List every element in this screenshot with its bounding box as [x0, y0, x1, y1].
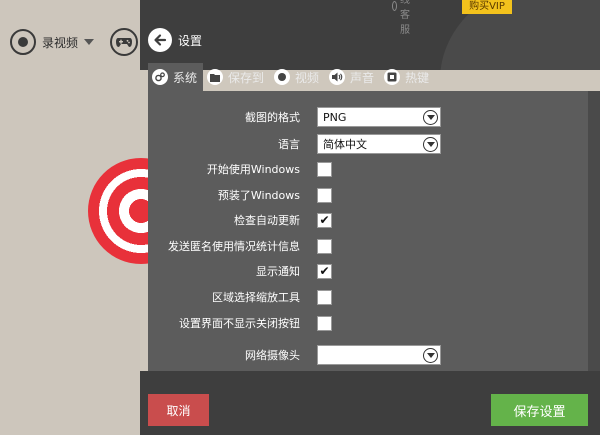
tab-hotkey[interactable]: 热键: [380, 63, 435, 91]
show-notifications-label: 显示通知: [256, 265, 300, 278]
arrow-left-icon: [154, 34, 167, 46]
hotkey-icon: [384, 69, 401, 85]
send-anonymous-stats-label: 发送匿名使用情况统计信息: [168, 240, 300, 253]
tab-sound-label: 声音: [350, 70, 375, 85]
start-with-windows-label: 开始使用Windows: [206, 163, 300, 176]
chevron-down-icon: [423, 109, 438, 125]
setting-row-preinstalled-windows: 预装了Windows: [148, 184, 332, 206]
tab-system-label: 系统: [173, 70, 198, 85]
record-video-label: 录视频: [42, 35, 79, 50]
save-settings-button[interactable]: 保存设置: [491, 394, 588, 426]
start-with-windows-checkbox[interactable]: [317, 161, 332, 177]
setting-row-auto-update: 检查自动更新 ✔: [148, 209, 332, 231]
folder-icon: [207, 69, 224, 85]
page-title: 设置: [178, 33, 203, 48]
settings-tabs: 系统 保存到 视频 声音 热键: [148, 63, 600, 91]
record-icon: [10, 29, 36, 55]
back-button[interactable]: [148, 28, 172, 52]
screenshot-format-value: PNG: [323, 110, 347, 124]
tab-hotkey-label: 热键: [405, 70, 430, 85]
record-icon: [274, 69, 291, 85]
send-anonymous-stats-checkbox[interactable]: [317, 238, 332, 254]
panel-scrollbar[interactable]: [588, 91, 600, 371]
hide-close-button-checkbox[interactable]: [317, 315, 332, 331]
tab-save-to-label: 保存到: [228, 70, 265, 85]
language-value: 简体中文: [323, 138, 367, 151]
region-zoom-tool-checkbox[interactable]: [317, 289, 332, 305]
setting-row-language: 语言 简体中文: [148, 133, 441, 155]
chevron-down-icon: [84, 39, 95, 45]
settings-header: [140, 0, 600, 70]
webcam-label: 网络摄像头: [245, 349, 300, 362]
screenshot-format-label: 截图的格式: [245, 111, 300, 124]
preinstalled-windows-label: 预装了Windows: [217, 189, 300, 202]
record-video-button[interactable]: 录视频: [10, 29, 95, 55]
tab-video[interactable]: 视频: [270, 63, 325, 91]
setting-row-send-anonymous-stats: 发送匿名使用情况统计信息: [148, 235, 332, 257]
tab-save-to[interactable]: 保存到: [203, 63, 270, 91]
speaker-icon: [329, 69, 346, 85]
back-nav: 设置: [148, 28, 202, 52]
auto-update-checkbox[interactable]: ✔: [317, 212, 332, 228]
setting-row-region-zoom-tool: 区域选择缩放工具: [148, 286, 332, 308]
tab-system[interactable]: 系统: [148, 63, 204, 91]
chevron-down-icon: [423, 347, 438, 363]
screenshot-format-select[interactable]: PNG: [317, 107, 441, 127]
gear-icon: [152, 69, 168, 85]
setting-row-hide-close-button: 设置界面不显示关闭按钮: [148, 312, 332, 334]
language-label: 语言: [278, 138, 300, 151]
cancel-button[interactable]: 取消: [148, 394, 209, 426]
tab-sound[interactable]: 声音: [325, 63, 380, 91]
setting-row-screenshot-format: 截图的格式 PNG: [148, 106, 441, 128]
gamepad-button[interactable]: [110, 28, 138, 56]
buy-vip-button[interactable]: 购买VIP: [462, 0, 512, 14]
preinstalled-windows-checkbox[interactable]: [317, 187, 332, 203]
tab-video-label: 视频: [295, 70, 320, 85]
webcam-select[interactable]: [317, 345, 441, 365]
hide-close-button-label: 设置界面不显示关闭按钮: [179, 317, 300, 330]
language-select[interactable]: 简体中文: [317, 134, 441, 154]
online-service-label: 在线客服: [400, 0, 410, 36]
setting-row-start-with-windows: 开始使用Windows: [148, 158, 332, 180]
chat-icon: [392, 1, 397, 11]
setting-row-webcam: 网络摄像头: [148, 344, 441, 366]
setting-row-show-notifications: 显示通知 ✔: [148, 260, 332, 282]
gamepad-icon: [116, 38, 132, 47]
region-zoom-tool-label: 区域选择缩放工具: [212, 291, 300, 304]
auto-update-label: 检查自动更新: [234, 214, 300, 227]
show-notifications-checkbox[interactable]: ✔: [317, 263, 332, 279]
chevron-down-icon: [423, 136, 438, 152]
online-service-link[interactable]: 在线客服: [392, 0, 415, 36]
